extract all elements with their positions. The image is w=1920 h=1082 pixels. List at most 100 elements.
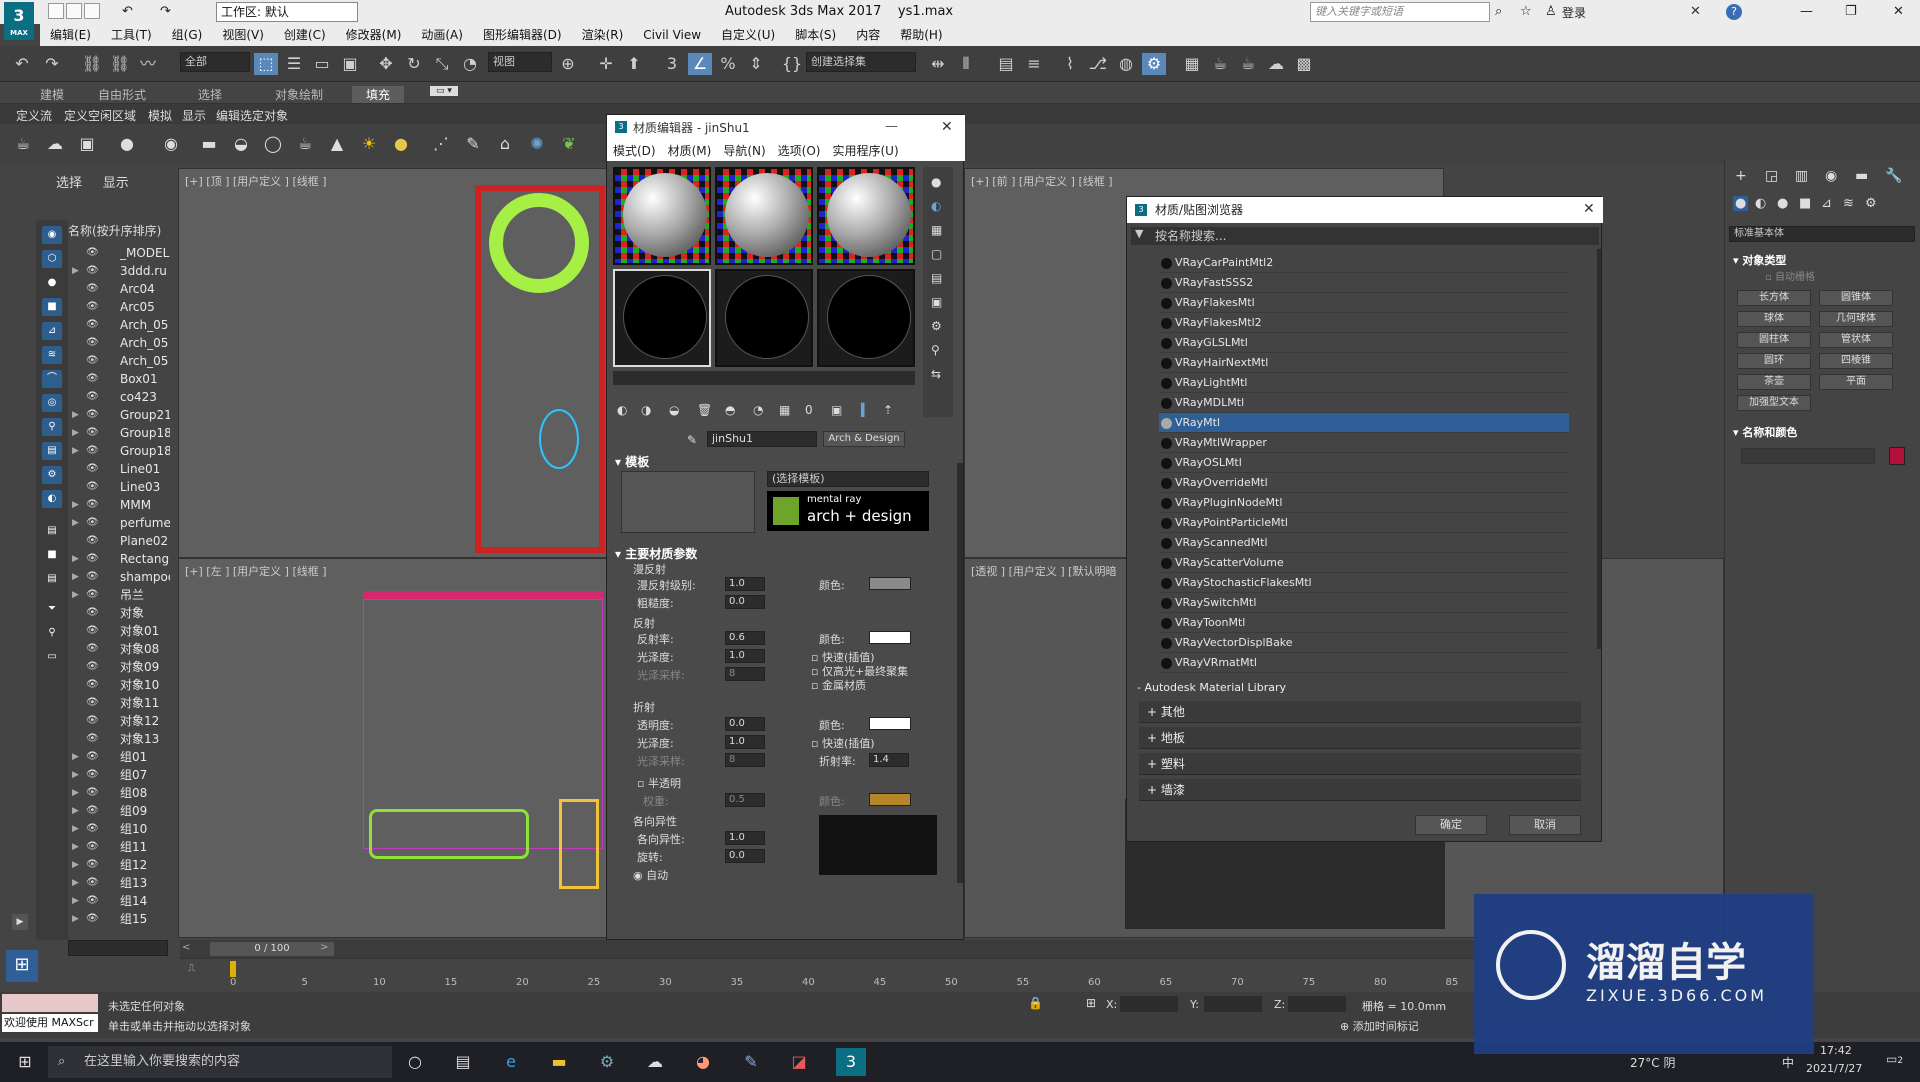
helper-filter-icon[interactable]: ≋ (42, 346, 62, 364)
show-end-icon[interactable]: ▍ (861, 403, 870, 417)
workspace-select[interactable]: 工作区: 默认 (216, 2, 358, 22)
new-file-icon[interactable] (48, 3, 64, 19)
find-icon[interactable]: ⚲ (42, 624, 62, 642)
scene-item[interactable]: ▶ 👁 组15 (68, 910, 170, 928)
rendered-frame-icon[interactable]: ▦ (1180, 53, 1204, 75)
mirror-icon[interactable]: ⇹ (926, 53, 950, 75)
populate-edit[interactable]: 编辑选定对象 (216, 107, 288, 124)
maxscript-prompt[interactable]: 欢迎使用 MAXScr (2, 1014, 98, 1032)
teapot-button[interactable]: 茶壶 (1737, 374, 1811, 390)
diffuse-color-swatch[interactable] (869, 577, 911, 590)
schematic-view-icon[interactable]: ⎇ (1086, 53, 1110, 75)
mb-material-item[interactable]: VRayPointParticleMtl (1159, 513, 1569, 533)
redo-icon[interactable]: ↷ (40, 53, 64, 75)
scene-item[interactable]: 👁 Plane02 (68, 532, 170, 550)
app-icon[interactable]: ⚙ (592, 1048, 622, 1076)
curve-editor-icon[interactable]: ⌇ (1058, 53, 1082, 75)
sample-slot[interactable] (817, 167, 915, 265)
cameras-cat-icon[interactable]: ■ (1799, 196, 1811, 211)
dome-icon[interactable]: ◒ (230, 134, 252, 154)
mb-material-item[interactable]: VRayGLSLMtl (1159, 333, 1569, 353)
gloss-samples-spinner[interactable]: 8 (725, 667, 765, 681)
display-tab-icon[interactable]: ▬ (1855, 168, 1868, 184)
reference-coord-select[interactable]: 视图 (488, 52, 552, 72)
time-slider[interactable]: < 0 / 100 > (180, 940, 1480, 958)
angle-snap-icon[interactable]: ∠ (688, 53, 712, 75)
geometry-cat-icon[interactable]: ● (1733, 196, 1749, 211)
viewport-label[interactable]: [+] [前 ] [用户定义 ] [线框 ] (971, 173, 1113, 189)
expand-arrow-icon[interactable]: ▶ (72, 568, 79, 586)
bone-filter-icon[interactable]: ◎ (42, 394, 62, 412)
firefox-icon[interactable]: ◕ (688, 1048, 718, 1076)
light-icon[interactable]: ● (116, 134, 138, 154)
mb-material-item[interactable]: VRayVRmatMtl (1159, 653, 1569, 673)
snap-toggle-icon[interactable]: 3 (660, 53, 684, 75)
scene-explorer-header[interactable]: 名称(按升序排序) (68, 222, 161, 239)
scene-item[interactable]: 👁 Box01 (68, 370, 170, 388)
window-crossing-icon[interactable]: ▣ (338, 53, 362, 75)
track-bar[interactable]: ⎍ 0 5 10 15 20 25 30 35 40 45 50 55 60 65 70 75 80 85 (180, 958, 1480, 992)
make-preview-icon[interactable]: ▣ (931, 295, 942, 309)
reflectivity-spinner[interactable]: 0.6 (725, 631, 765, 645)
roughness-spinner[interactable]: 0.0 (725, 595, 765, 609)
3dsmax-taskbar-icon[interactable]: 3 (836, 1048, 866, 1076)
maxscript-listener[interactable] (2, 994, 98, 1012)
cylinder-button[interactable]: 圆柱体 (1737, 332, 1811, 348)
rect-selection-icon[interactable]: ▭ (310, 53, 334, 75)
mb-material-item[interactable]: VRaySwitchMtl (1159, 593, 1569, 613)
create-tab-icon[interactable]: + (1735, 168, 1747, 184)
mb-material-item[interactable]: VRayStochasticFlakesMtl (1159, 573, 1569, 593)
mb-material-item[interactable]: VRayScatterVolume (1159, 553, 1569, 573)
mb-material-item[interactable]: VRayOSLMtl (1159, 453, 1569, 473)
scene-item[interactable]: ▶ 👁 组13 (68, 874, 170, 892)
torus-button[interactable]: 圆环 (1737, 353, 1811, 369)
expand-arrow-icon[interactable]: ▶ (72, 910, 79, 928)
align-icon[interactable]: ⫴ (954, 53, 978, 75)
scene-item[interactable]: ▶ 👁 Group18 (68, 424, 170, 442)
sphere-icon[interactable]: ● (390, 134, 412, 154)
scene-item[interactable]: 👁 _MODEL (68, 244, 170, 262)
visibility-icon[interactable]: 👁 (86, 460, 99, 478)
transform-mode-icon[interactable]: ⊞ (1086, 996, 1096, 1010)
mb-close-icon[interactable]: ✕ (1583, 201, 1595, 217)
expand-arrow-icon[interactable]: ▶ (72, 748, 79, 766)
select-object-icon[interactable]: ⬚ (254, 53, 278, 75)
windows-start-icon[interactable]: ⊞ (10, 1048, 40, 1076)
translucency-checkbox[interactable]: ▫ 半透明 (637, 775, 681, 791)
unlink-icon[interactable]: ⛓ (108, 53, 132, 75)
select-by-name-icon[interactable]: ☰ (282, 53, 306, 75)
mb-material-item[interactable]: VRayScannedMtl (1159, 533, 1569, 553)
ior-spinner[interactable]: 1.4 (869, 753, 909, 767)
weight-spinner[interactable]: 0.5 (725, 793, 765, 807)
template-rollout[interactable]: ▾ 模板 (615, 453, 649, 470)
toggle-ribbon-icon[interactable]: ≡ (1022, 53, 1046, 75)
expand-arrow-icon[interactable]: ▶ (72, 514, 79, 532)
lights-cat-icon[interactable]: ● (1777, 196, 1788, 211)
reflect-color-swatch[interactable] (869, 631, 911, 644)
background-icon[interactable]: ▦ (931, 223, 942, 237)
mb-material-item[interactable]: VRayFastSSS2 (1159, 273, 1569, 293)
help-search-input[interactable]: 键入关键字或短语 (1310, 2, 1490, 22)
time-marker[interactable] (230, 961, 236, 977)
sample-type-icon[interactable]: ● (931, 175, 941, 189)
teapot2-icon[interactable]: ☕ (294, 134, 316, 154)
place-icon[interactable]: ◔ (458, 53, 482, 75)
put-library-icon[interactable]: ▦ (779, 403, 790, 417)
visibility-icon[interactable]: 👁 (86, 712, 99, 730)
menu-item[interactable]: 渲染(R) (572, 24, 634, 46)
scene-item[interactable]: 👁 Arch_05 (68, 352, 170, 370)
selection-filter-select[interactable]: 全部 (180, 52, 250, 72)
task-view-icon[interactable]: ▤ (448, 1048, 478, 1076)
refr-fast-interp-checkbox[interactable]: ▫ 快速(插值) (811, 735, 875, 751)
scene-item[interactable]: 👁 Arch_05 (68, 316, 170, 334)
mb-material-item[interactable]: VRayMtl (1159, 413, 1569, 433)
scene-item[interactable]: ▶ 👁 perfume (68, 514, 170, 532)
scene-item[interactable]: 👁 对象 (68, 604, 170, 622)
box-button[interactable]: 长方体 (1737, 290, 1811, 306)
manipulate-icon[interactable]: ✛ (594, 53, 618, 75)
layer-explorer-icon[interactable]: ▤ (994, 53, 1018, 75)
fur-icon[interactable]: ⋰ (430, 134, 452, 154)
utilities-tab-icon[interactable]: 🔧 (1885, 168, 1902, 184)
cancel-button[interactable]: 取消 (1509, 815, 1581, 835)
weather-widget[interactable]: 27°C 阴 (1630, 1054, 1675, 1071)
